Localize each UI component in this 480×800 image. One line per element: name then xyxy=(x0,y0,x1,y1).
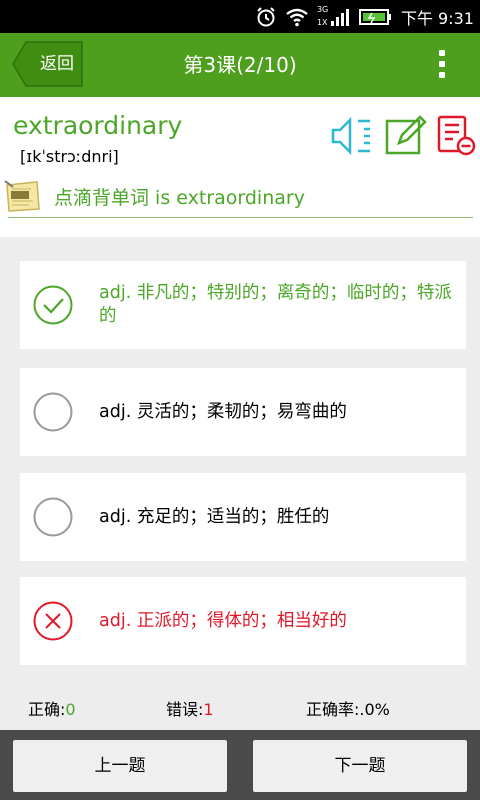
menu-dot xyxy=(439,72,445,78)
back-button[interactable]: 返回 xyxy=(12,41,84,87)
option-4[interactable]: adj. 正派的；得体的；相当好的 xyxy=(20,577,466,665)
status-icons: 3G 1X 下午 9:31 xyxy=(255,0,474,33)
wrong-cross-icon xyxy=(33,601,73,641)
option-text: adj. 充足的；适当的；胜任的 xyxy=(99,506,330,527)
edit-icon[interactable] xyxy=(385,115,427,157)
app-header: 返回 第3课(2/10) xyxy=(0,33,480,97)
alarm-icon xyxy=(257,6,275,26)
stats-bar: 正确:0 错误:1 正确率:.0% xyxy=(0,690,480,720)
option-3[interactable]: adj. 充足的；适当的；胜任的 xyxy=(20,473,466,561)
status-bar: 3G 1X 下午 9:31 xyxy=(0,0,480,33)
word-panel: extraordinary [ɪkˈstrɔːdnri] 点滴背单词 is ex… xyxy=(0,97,480,237)
bottom-bar: 上一题 下一题 xyxy=(0,730,480,800)
page-title: 第3课(2/10) xyxy=(183,53,297,77)
option-2[interactable]: adj. 灵活的；柔韧的；易弯曲的 xyxy=(20,368,466,456)
correct-count: 正确:0 xyxy=(28,700,76,719)
next-question-button[interactable]: 下一题 xyxy=(253,740,467,792)
option-text: adj. 灵活的；柔韧的；易弯曲的 xyxy=(99,401,347,422)
menu-dot xyxy=(439,50,445,56)
option-1[interactable]: adj. 非凡的；特别的；离奇的；临时的；特派的 xyxy=(20,261,466,349)
status-time: 下午 9:31 xyxy=(400,8,474,28)
note-row: 点滴背单词 is extraordinary xyxy=(0,179,480,217)
option-text: adj. 非凡的；特别的；离奇的；临时的；特派的 xyxy=(99,283,452,326)
menu-dot xyxy=(439,61,445,67)
word-phonetic: [ɪkˈstrɔːdnri] xyxy=(20,147,119,166)
signal-icon: 3G 1X xyxy=(317,5,351,29)
divider xyxy=(8,217,473,218)
accuracy-rate: 正确率:.0% xyxy=(306,700,390,719)
previous-question-button[interactable]: 上一题 xyxy=(13,740,227,792)
overflow-menu-button[interactable] xyxy=(430,47,454,83)
option-text: adj. 正派的；得体的；相当好的 xyxy=(99,610,347,631)
correct-check-icon xyxy=(33,285,73,325)
speaker-icon[interactable] xyxy=(330,115,376,157)
note-text: 点滴背单词 is extraordinary xyxy=(54,187,305,209)
wrong-count: 错误:1 xyxy=(166,700,214,719)
radio-circle-icon xyxy=(33,497,73,537)
wifi-icon xyxy=(286,8,308,26)
word-text: extraordinary xyxy=(13,111,183,140)
radio-circle-icon xyxy=(33,392,73,432)
note-icon xyxy=(4,180,40,212)
back-label: 返回 xyxy=(40,54,74,74)
remove-word-icon[interactable] xyxy=(437,115,477,157)
battery-icon xyxy=(358,8,391,25)
